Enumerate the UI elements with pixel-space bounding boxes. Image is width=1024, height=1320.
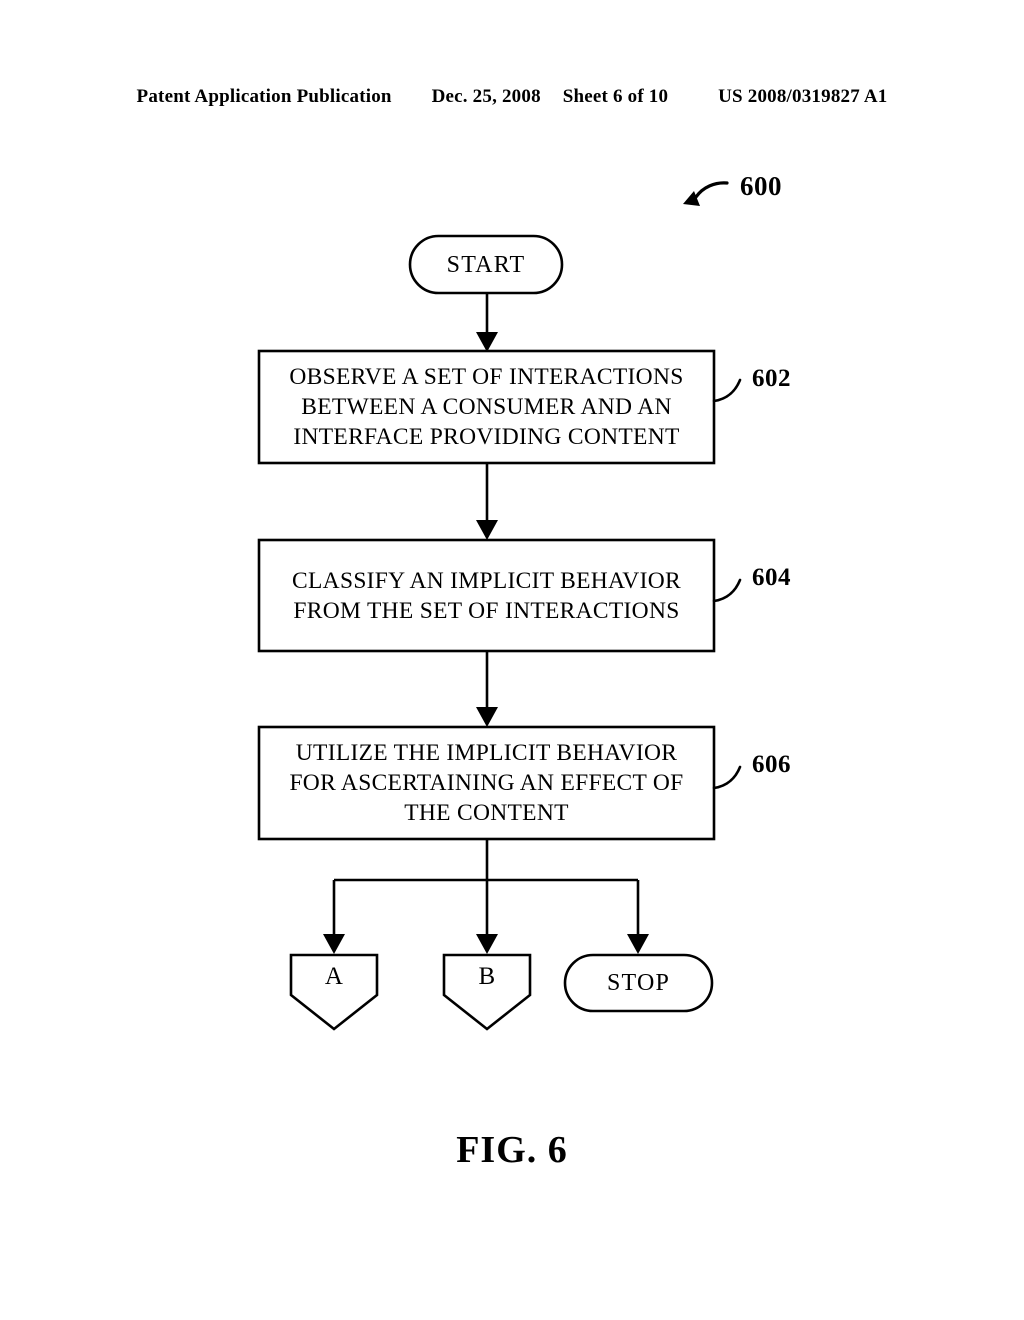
connector-a-shape [289, 953, 379, 1031]
edge-606-to-connector-a [323, 880, 345, 954]
ref-604-leader [712, 578, 742, 603]
ref-number-602: 602 [752, 365, 791, 392]
flowchart-canvas [257, 181, 742, 1031]
figure-number-600: 600 [740, 171, 782, 201]
step-606-shape [257, 725, 716, 841]
figure-caption: FIG. 6 [456, 1129, 568, 1171]
step-604-shape [257, 538, 716, 653]
edge-606-to-connector-b [476, 880, 498, 954]
figure-number-leader [683, 181, 729, 206]
ref-606-leader [712, 765, 742, 790]
step-602-shape [257, 349, 716, 465]
ref-602-leader [712, 378, 742, 403]
start-node-shape [408, 234, 564, 295]
ref-number-606: 606 [752, 751, 791, 778]
patent-figure-page: Patent Application Publication Dec. 25, … [0, 0, 1024, 1320]
ref-number-604: 604 [752, 564, 791, 591]
stop-node-shape [563, 953, 714, 1013]
edge-606-to-stop [627, 880, 649, 954]
edge-602-to-604 [476, 463, 498, 540]
connector-b-shape [442, 953, 532, 1031]
edge-start-to-602 [476, 293, 498, 352]
edge-606-branch-bus [334, 839, 638, 882]
edge-604-to-606 [476, 651, 498, 727]
